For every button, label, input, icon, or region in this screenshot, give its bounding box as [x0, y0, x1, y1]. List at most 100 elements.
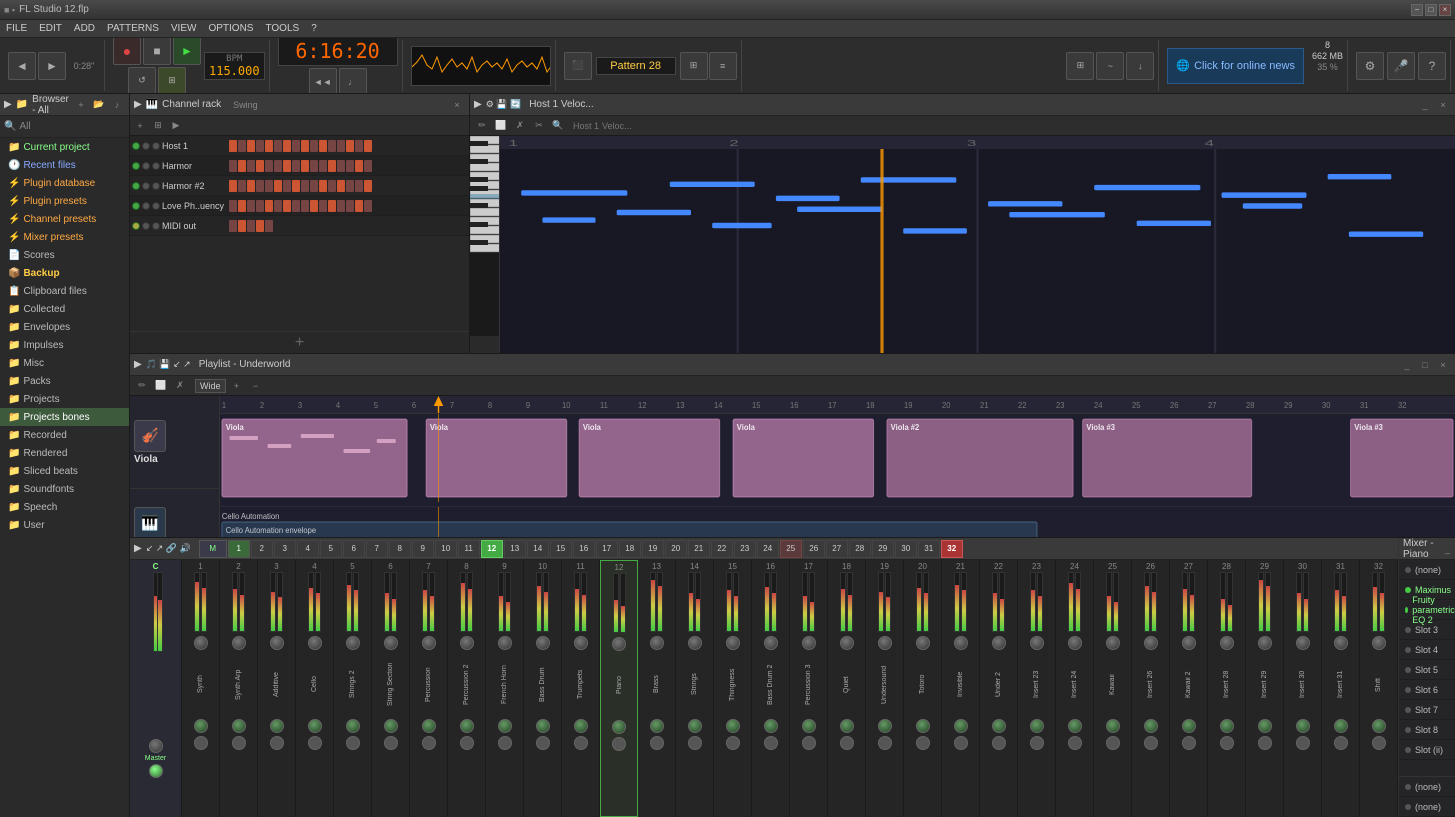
- mixer-insert-slot8[interactable]: Slot 8: [1399, 720, 1455, 740]
- mx-ch-12[interactable]: 12: [481, 540, 503, 558]
- track-row-viola[interactable]: Viola Viola Viola: [220, 414, 1455, 507]
- ch-led-host1[interactable]: [132, 142, 140, 150]
- sidebar-item-packs[interactable]: 📁 Packs: [0, 372, 129, 390]
- sidebar-folder-button[interactable]: 📂: [91, 97, 107, 113]
- mixer-channel-28[interactable]: 28 Insert 28: [1208, 560, 1246, 817]
- mx-ch-10[interactable]: 10: [435, 540, 457, 558]
- ch-pan-knob-16[interactable]: [764, 636, 778, 650]
- ch-pan-knob-18[interactable]: [840, 636, 854, 650]
- pr-close-button[interactable]: ×: [1435, 97, 1451, 113]
- rewind-button[interactable]: ◄◄: [309, 68, 337, 95]
- ch-solo-loveph[interactable]: [152, 202, 160, 210]
- ch-pan-knob-32[interactable]: [1372, 636, 1386, 650]
- ch-send-btn-2[interactable]: [232, 736, 246, 750]
- ch-send-btn-13[interactable]: [650, 736, 664, 750]
- ch-pan-knob-2[interactable]: [232, 636, 246, 650]
- ch-pan-knob-27[interactable]: [1182, 636, 1196, 650]
- pr-tool-zoom[interactable]: 🔍: [550, 118, 566, 134]
- ch-pan-knob-15[interactable]: [726, 636, 740, 650]
- gear-icon[interactable]: ⚙: [1356, 52, 1384, 80]
- loop-button[interactable]: ↺: [128, 67, 156, 95]
- tool-save[interactable]: ↓: [1126, 52, 1154, 80]
- ch-pad[interactable]: [337, 200, 345, 212]
- sidebar-add-button[interactable]: +: [73, 97, 89, 113]
- ch-pan-knob-30[interactable]: [1296, 636, 1310, 650]
- ch-send-btn-21[interactable]: [954, 736, 968, 750]
- ch-pad[interactable]: [319, 200, 327, 212]
- ch-pan-knob-7[interactable]: [422, 636, 436, 650]
- ch-vol-knob-1[interactable]: [194, 719, 208, 733]
- ch-pad[interactable]: [238, 180, 246, 192]
- mx-ch-7[interactable]: 7: [366, 540, 388, 558]
- news-bar[interactable]: 🌐 Click for online news: [1167, 48, 1304, 84]
- ch-send-btn-27[interactable]: [1182, 736, 1196, 750]
- ch-pan-knob-6[interactable]: [384, 636, 398, 650]
- mixer-insert-slot6[interactable]: Slot 6: [1399, 680, 1455, 700]
- cr-close-button[interactable]: ×: [449, 97, 465, 113]
- ch-vol-knob-4[interactable]: [308, 719, 322, 733]
- pr-tool-select[interactable]: ⬜: [493, 118, 509, 134]
- sidebar-item-projects[interactable]: 📁 Projects: [0, 390, 129, 408]
- cr-add-button[interactable]: +: [132, 118, 148, 134]
- mx-ch-32[interactable]: 32: [941, 540, 963, 558]
- ch-send-btn-24[interactable]: [1068, 736, 1082, 750]
- mx-ch-16[interactable]: 16: [573, 540, 595, 558]
- mixer-channel-19[interactable]: 19 Undersound: [866, 560, 904, 817]
- ch-pan-knob-31[interactable]: [1334, 636, 1348, 650]
- mx-ch-4[interactable]: 4: [297, 540, 319, 558]
- mx-ch-29[interactable]: 29: [872, 540, 894, 558]
- ch-send-btn-11[interactable]: [574, 736, 588, 750]
- ch-pad[interactable]: [238, 140, 246, 152]
- mx-ch-9[interactable]: 9: [412, 540, 434, 558]
- sidebar-expand-icon[interactable]: ▶: [4, 99, 12, 110]
- ch-pad[interactable]: [337, 180, 345, 192]
- bpm-display[interactable]: BPM 115.000: [204, 52, 265, 80]
- ch-send-btn-25[interactable]: [1106, 736, 1120, 750]
- ch-pad[interactable]: [355, 140, 363, 152]
- sidebar-item-clipboard[interactable]: 📋 Clipboard files: [0, 282, 129, 300]
- menu-add[interactable]: ADD: [72, 23, 97, 34]
- sidebar-item-misc[interactable]: 📁 Misc: [0, 354, 129, 372]
- ch-pad[interactable]: [274, 200, 282, 212]
- ch-pad[interactable]: [247, 200, 255, 212]
- mixer-channel-10[interactable]: 10 Bass Drum: [524, 560, 562, 817]
- mixer-channel-6[interactable]: 6 String Section: [372, 560, 410, 817]
- ch-pad[interactable]: [265, 160, 273, 172]
- ch-pad[interactable]: [310, 180, 318, 192]
- ch-led-harmor[interactable]: [132, 162, 140, 170]
- mx-expand-icon[interactable]: ▶: [134, 543, 142, 554]
- sidebar-item-recorded[interactable]: 📁 Recorded: [0, 426, 129, 444]
- ch-pan-knob-4[interactable]: [308, 636, 322, 650]
- ch-pad[interactable]: [364, 140, 372, 152]
- ch-pad[interactable]: [265, 180, 273, 192]
- mx-ch-2[interactable]: 2: [251, 540, 273, 558]
- ch-vol-knob-25[interactable]: [1106, 719, 1120, 733]
- pl-minimize-button[interactable]: _: [1399, 357, 1415, 373]
- ch-vol-knob-3[interactable]: [270, 719, 284, 733]
- mx-ch-21[interactable]: 21: [688, 540, 710, 558]
- ch-led-harmor2[interactable]: [132, 182, 140, 190]
- menu-edit[interactable]: EDIT: [37, 23, 64, 34]
- ch-pan-knob-23[interactable]: [1030, 636, 1044, 650]
- ch-vol-knob-30[interactable]: [1296, 719, 1310, 733]
- ch-pad[interactable]: [364, 200, 372, 212]
- ch-send-btn-8[interactable]: [460, 736, 474, 750]
- ch-vol-knob-7[interactable]: [422, 719, 436, 733]
- ch-pad[interactable]: [238, 220, 246, 232]
- sidebar-item-backup[interactable]: 📦 Backup: [0, 264, 129, 282]
- mixer-insert-slot4[interactable]: Slot 4: [1399, 640, 1455, 660]
- mixer-channel-21[interactable]: 21 Invisible: [942, 560, 980, 817]
- ch-pad[interactable]: [319, 180, 327, 192]
- pr-expand-icon[interactable]: ▶: [474, 99, 482, 110]
- sidebar-item-plugin-presets[interactable]: ⚡ Plugin presets: [0, 192, 129, 210]
- ch-vol-knob-29[interactable]: [1258, 719, 1272, 733]
- ch-vol-knob-16[interactable]: [764, 719, 778, 733]
- ch-vol-knob-21[interactable]: [954, 719, 968, 733]
- play-button[interactable]: ►: [173, 38, 201, 65]
- ch-vol-knob-5[interactable]: [346, 719, 360, 733]
- sidebar-item-recent-files[interactable]: 🕐 Recent files: [0, 156, 129, 174]
- ch-pad[interactable]: [283, 160, 291, 172]
- pl-tool-erase[interactable]: ✗: [172, 378, 188, 394]
- pattern-mode-button[interactable]: ⊞: [158, 67, 186, 95]
- ch-pad[interactable]: [256, 220, 264, 232]
